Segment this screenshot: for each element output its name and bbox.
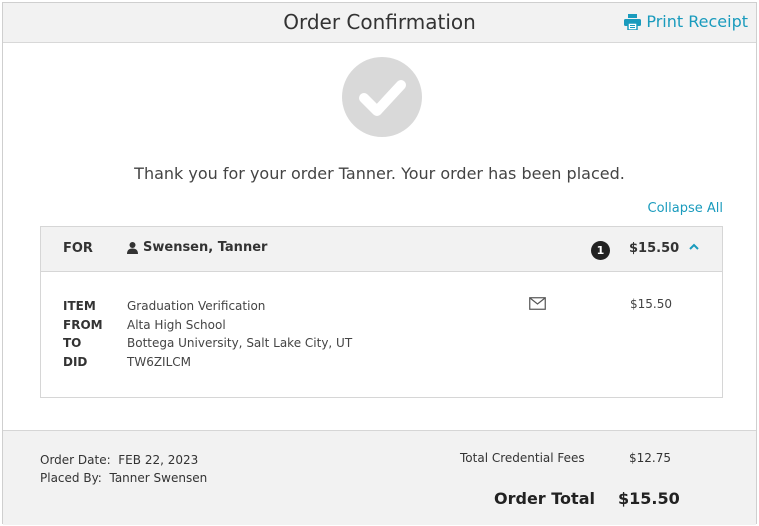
order-summary-footer: Order Date: FEB 22, 2023 Placed By: Tann… [3,430,756,525]
order-date: FEB 22, 2023 [118,453,199,467]
placed-by: Tanner Swensen [109,471,208,485]
order-total-value: $15.50 [618,489,680,508]
to-label: TO [63,336,82,350]
envelope-icon [529,295,546,314]
placed-by-label: Placed By: [40,471,102,485]
order-total-label: Order Total [494,489,595,508]
item-detail-values: Graduation Verification Alta High School… [127,297,352,371]
order-meta: Order Date: FEB 22, 2023 Placed By: Tann… [40,451,207,487]
from-value: Alta High School [127,317,226,332]
for-label: FOR [63,241,93,256]
order-price: $15.50 [629,241,680,256]
print-receipt-button[interactable]: Print Receipt [624,12,748,31]
order-card-header[interactable]: FOR Swensen, Tanner 1 $15.50 [41,227,722,272]
credential-fees-label: Total Credential Fees [460,451,585,465]
item-count-badge: 1 [591,241,610,260]
recipient: Swensen, Tanner [127,240,267,255]
order-confirmation-panel: Order Confirmation Print Receipt Thank y… [2,2,757,525]
print-receipt-label: Print Receipt [646,12,748,31]
item-value: Graduation Verification [127,299,266,313]
item-label: ITEM [63,299,96,313]
item-price: $15.50 [630,297,672,311]
header-bar: Order Confirmation Print Receipt [3,3,756,43]
from-label: FROM [63,317,103,332]
did-value: TW6ZILCM [127,354,192,369]
confirmation-message: Thank you for your order Tanner. Your or… [134,164,625,183]
chevron-up-icon[interactable] [689,239,699,255]
credential-fees-value: $12.75 [629,451,671,465]
printer-icon [624,13,642,30]
recipient-name: Swensen, Tanner [143,240,268,255]
order-date-label: Order Date: [40,453,111,467]
placed-by-row: Placed By: Tanner Swensen [40,469,207,487]
success-badge [342,57,422,137]
order-card: FOR Swensen, Tanner 1 $15.50 ITEM FROM T… [40,226,723,398]
collapse-all-link[interactable]: Collapse All [648,201,724,216]
did-label: DID [63,354,88,369]
to-value: Bottega University, Salt Lake City, UT [127,336,353,350]
item-detail-labels: ITEM FROM TO DID [63,297,103,371]
person-icon [127,241,138,254]
order-date-row: Order Date: FEB 22, 2023 [40,451,207,469]
checkmark-icon [359,80,406,116]
